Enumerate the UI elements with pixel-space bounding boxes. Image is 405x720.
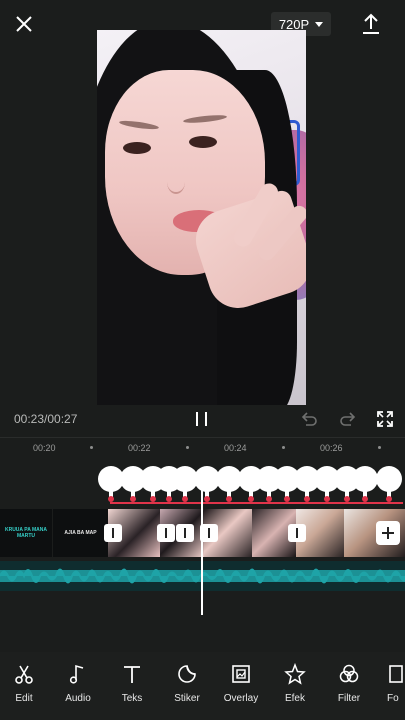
format-icon [389, 665, 403, 683]
ruler-tick: 00:22 [128, 443, 151, 453]
tool-filter[interactable]: Filter [319, 663, 379, 704]
video-preview[interactable] [97, 30, 306, 405]
time-ruler[interactable] [0, 437, 405, 458]
tool-audio[interactable]: Audio [48, 663, 108, 704]
caret-down-icon [315, 21, 324, 27]
transition-button[interactable] [104, 524, 122, 542]
tool-label: Stiker [174, 693, 200, 704]
tool-format[interactable]: Fo [373, 663, 405, 704]
text-clip-label: KRUUA PA MANA MARTU [4, 527, 48, 539]
pause-icon[interactable] [192, 409, 212, 429]
sticker-icon [178, 665, 196, 683]
transition-button[interactable] [288, 524, 306, 542]
ruler-tick: 00:26 [320, 443, 343, 453]
text-clip[interactable]: AJIA BA MAP [53, 509, 108, 557]
ruler-tick: 00:24 [224, 443, 247, 453]
time-display: 00:23/00:27 [14, 412, 78, 426]
tool-overlay[interactable]: Overlay [211, 663, 271, 704]
tool-label: Fo [387, 693, 399, 704]
fullscreen-icon[interactable] [375, 409, 395, 429]
undo-icon[interactable] [299, 409, 319, 429]
tool-label: Filter [337, 693, 361, 704]
tool-effect[interactable]: Efek [265, 663, 325, 704]
tool-label: Teks [121, 693, 143, 704]
text-clip-label: AJIA BA MAP [64, 530, 97, 536]
filter-icon [339, 664, 359, 683]
upload-icon[interactable] [359, 11, 383, 37]
text-clip[interactable]: KRUUA PA MANA MARTU [0, 509, 52, 557]
tool-label: Audio [65, 693, 91, 704]
effect-star-icon [284, 663, 306, 685]
overlay-icon [232, 665, 250, 683]
redo-icon[interactable] [338, 409, 358, 429]
playhead[interactable] [201, 475, 203, 615]
tool-edit[interactable]: Edit [0, 663, 54, 704]
tool-label: Efek [284, 693, 305, 704]
add-clip-button[interactable] [376, 521, 400, 545]
transition-button[interactable] [157, 524, 175, 542]
text-icon [124, 666, 140, 683]
beat-line [110, 502, 403, 504]
beat-marker[interactable] [352, 466, 378, 502]
ruler-tick: 00:20 [33, 443, 56, 453]
beat-marker[interactable] [376, 466, 402, 502]
music-note-icon [69, 664, 84, 684]
close-icon[interactable] [12, 12, 36, 36]
transition-button[interactable] [176, 524, 194, 542]
tool-text[interactable]: Teks [102, 663, 162, 704]
scissors-icon [15, 665, 33, 684]
tool-label: Edit [15, 693, 33, 704]
tool-sticker[interactable]: Stiker [157, 663, 217, 704]
tool-label: Overlay [223, 693, 259, 704]
